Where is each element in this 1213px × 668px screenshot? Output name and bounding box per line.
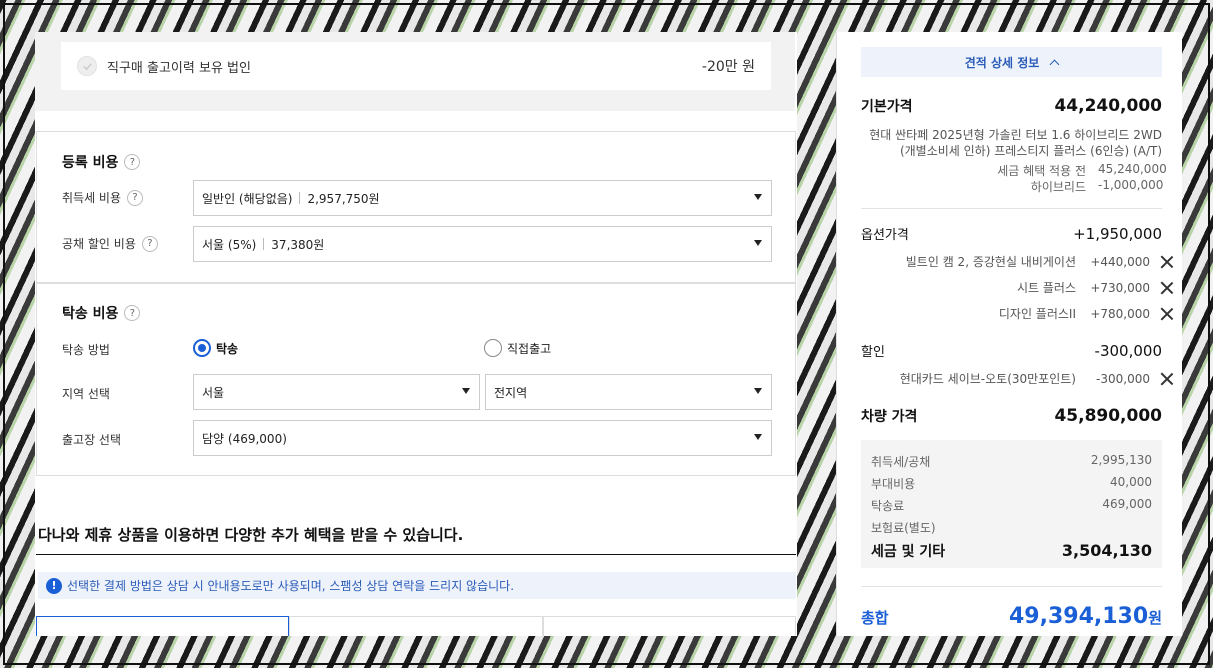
discount-option-row[interactable]: 직구매 출고이력 보유 법인 -20만 원 (61, 42, 771, 90)
option-price-row: 옵션가격 +1,950,000 (861, 225, 1162, 243)
tax-breakdown-box: 취득세/공채 2,995,130 부대비용 40,000 탁송료 469,000 보험… (861, 440, 1162, 568)
acquisition-tax-select[interactable]: 일반인 (해당없음) 2,957,750원 (193, 180, 772, 216)
tax-row: 부대비용 40,000 (871, 475, 1152, 491)
radio-unselected-icon (484, 339, 502, 357)
model-desc-1: 현대 싼타페 2025년형 가솔린 터보 1.6 하이브리드 2WD (869, 128, 1162, 142)
delivery-section: 탁송 비용 ? 탁송 방법 탁송 직접출고 지역 선택 서울 전지역 출고장 선… (36, 283, 796, 476)
acquisition-tax-label: 취득세 비용 ? (62, 189, 144, 206)
discount-area: 직구매 출고이력 보유 법인 -20만 원 (35, 32, 795, 111)
remove-icon[interactable] (1160, 372, 1174, 386)
notice-text: 선택한 결제 방법은 상담 시 안내용도로만 사용되며, 스팸성 상담 연락을 … (67, 579, 515, 593)
help-icon[interactable]: ? (141, 235, 158, 252)
region-detail-select[interactable]: 전지역 (485, 374, 772, 410)
dropdown-arrow-icon (754, 388, 762, 394)
dropdown-arrow-icon (754, 240, 762, 246)
tax-total-row: 세금 및 기타 3,504,130 (871, 541, 1152, 560)
help-icon[interactable]: ? (124, 154, 141, 170)
grand-total-value: 49,394,130원 (1009, 604, 1162, 629)
divider (861, 208, 1162, 209)
grand-total-row: 총합 49,394,130원 (861, 604, 1162, 629)
delivery-title: 탁송 비용 ? (62, 303, 141, 323)
discount-row: 할인 -300,000 (861, 342, 1162, 360)
discount-amount: -20만 원 (701, 59, 755, 75)
radio-selected-icon (193, 339, 211, 357)
bond-discount-select[interactable]: 서울 (5%) 37,380원 (193, 226, 772, 262)
select-value: 일반인 (해당없음) (202, 191, 293, 206)
tax-row: 취득세/공채 2,995,130 (871, 453, 1152, 469)
help-icon[interactable]: ? (124, 305, 141, 321)
discount-item: 현대카드 세이브-오토(30만포인트) -300,000 (900, 370, 1174, 387)
option-item: 빌트인 캠 2, 증강현실 내비게이션 +440,000 (906, 253, 1174, 270)
check-icon[interactable] (77, 56, 97, 76)
region-select[interactable]: 서울 (193, 374, 480, 410)
payment-tabs (36, 616, 796, 636)
discount-label: 직구매 출고이력 보유 법인 (107, 60, 251, 76)
promo-title: 다나와 제휴 상품을 이용하면 다양한 추가 혜택을 받을 수 있습니다. (38, 526, 464, 544)
dropdown-arrow-icon (462, 388, 470, 394)
payment-tab[interactable] (289, 616, 543, 636)
select-amount: 2,957,750원 (307, 191, 380, 206)
chevron-up-icon (1049, 59, 1060, 69)
option-item: 디자인 플러스II +780,000 (999, 305, 1174, 322)
divider (861, 586, 1162, 587)
notice-banner: ! 선택한 결제 방법은 상담 시 안내용도로만 사용되며, 스팸성 상담 연락… (38, 572, 796, 599)
bond-discount-label: 공채 할인 비용 ? (62, 235, 158, 252)
radio-delivery[interactable]: 탁송 (193, 339, 238, 357)
remove-icon[interactable] (1160, 281, 1174, 295)
model-desc-2: (개별소비세 인하) 프레스티지 플러스 (6인승) (A/T) (899, 144, 1162, 158)
select-amount: 37,380원 (271, 237, 325, 252)
dropdown-arrow-icon (754, 434, 762, 440)
base-detail-row: 세금 혜택 적용 전 45,240,000 (997, 162, 1167, 178)
option-item: 시트 플러스 +730,000 (1017, 279, 1174, 296)
depot-select[interactable]: 담양 (469,000) (193, 420, 772, 456)
registration-section: 등록 비용 ? 취득세 비용 ? 일반인 (해당없음) 2,957,750원 공… (36, 131, 796, 283)
remove-icon[interactable] (1160, 255, 1174, 269)
depot-label: 출고장 선택 (62, 433, 122, 447)
delivery-method-label: 탁송 방법 (62, 343, 110, 357)
help-icon[interactable]: ? (127, 189, 144, 206)
region-label: 지역 선택 (62, 387, 110, 401)
select-value: 서울 (5%) (202, 237, 257, 252)
info-icon: ! (46, 577, 62, 594)
radio-direct-pickup[interactable]: 직접출고 (484, 339, 551, 357)
estimate-summary-panel: 견적 상세 정보 기본가격 44,240,000 현대 싼타페 2025년형 가… (836, 32, 1182, 636)
payment-tab[interactable] (36, 616, 290, 636)
base-price-row: 기본가격 44,240,000 (861, 96, 1162, 116)
base-detail-row: 하이브리드 -1,000,000 (1030, 178, 1164, 194)
estimate-form-panel: 직구매 출고이력 보유 법인 -20만 원 등록 비용 ? 취득세 비용 ? 일… (35, 32, 797, 636)
payment-tab[interactable] (542, 616, 796, 636)
divider (36, 554, 796, 555)
registration-title: 등록 비용 ? (62, 152, 141, 172)
tax-row: 탁송료 469,000 (871, 497, 1152, 513)
dropdown-arrow-icon (754, 194, 762, 200)
estimate-detail-toggle[interactable]: 견적 상세 정보 (861, 47, 1162, 77)
tax-row: 보험료(별도) (871, 521, 936, 535)
remove-icon[interactable] (1160, 307, 1174, 321)
car-price-row: 차량 가격 45,890,000 (861, 406, 1162, 426)
